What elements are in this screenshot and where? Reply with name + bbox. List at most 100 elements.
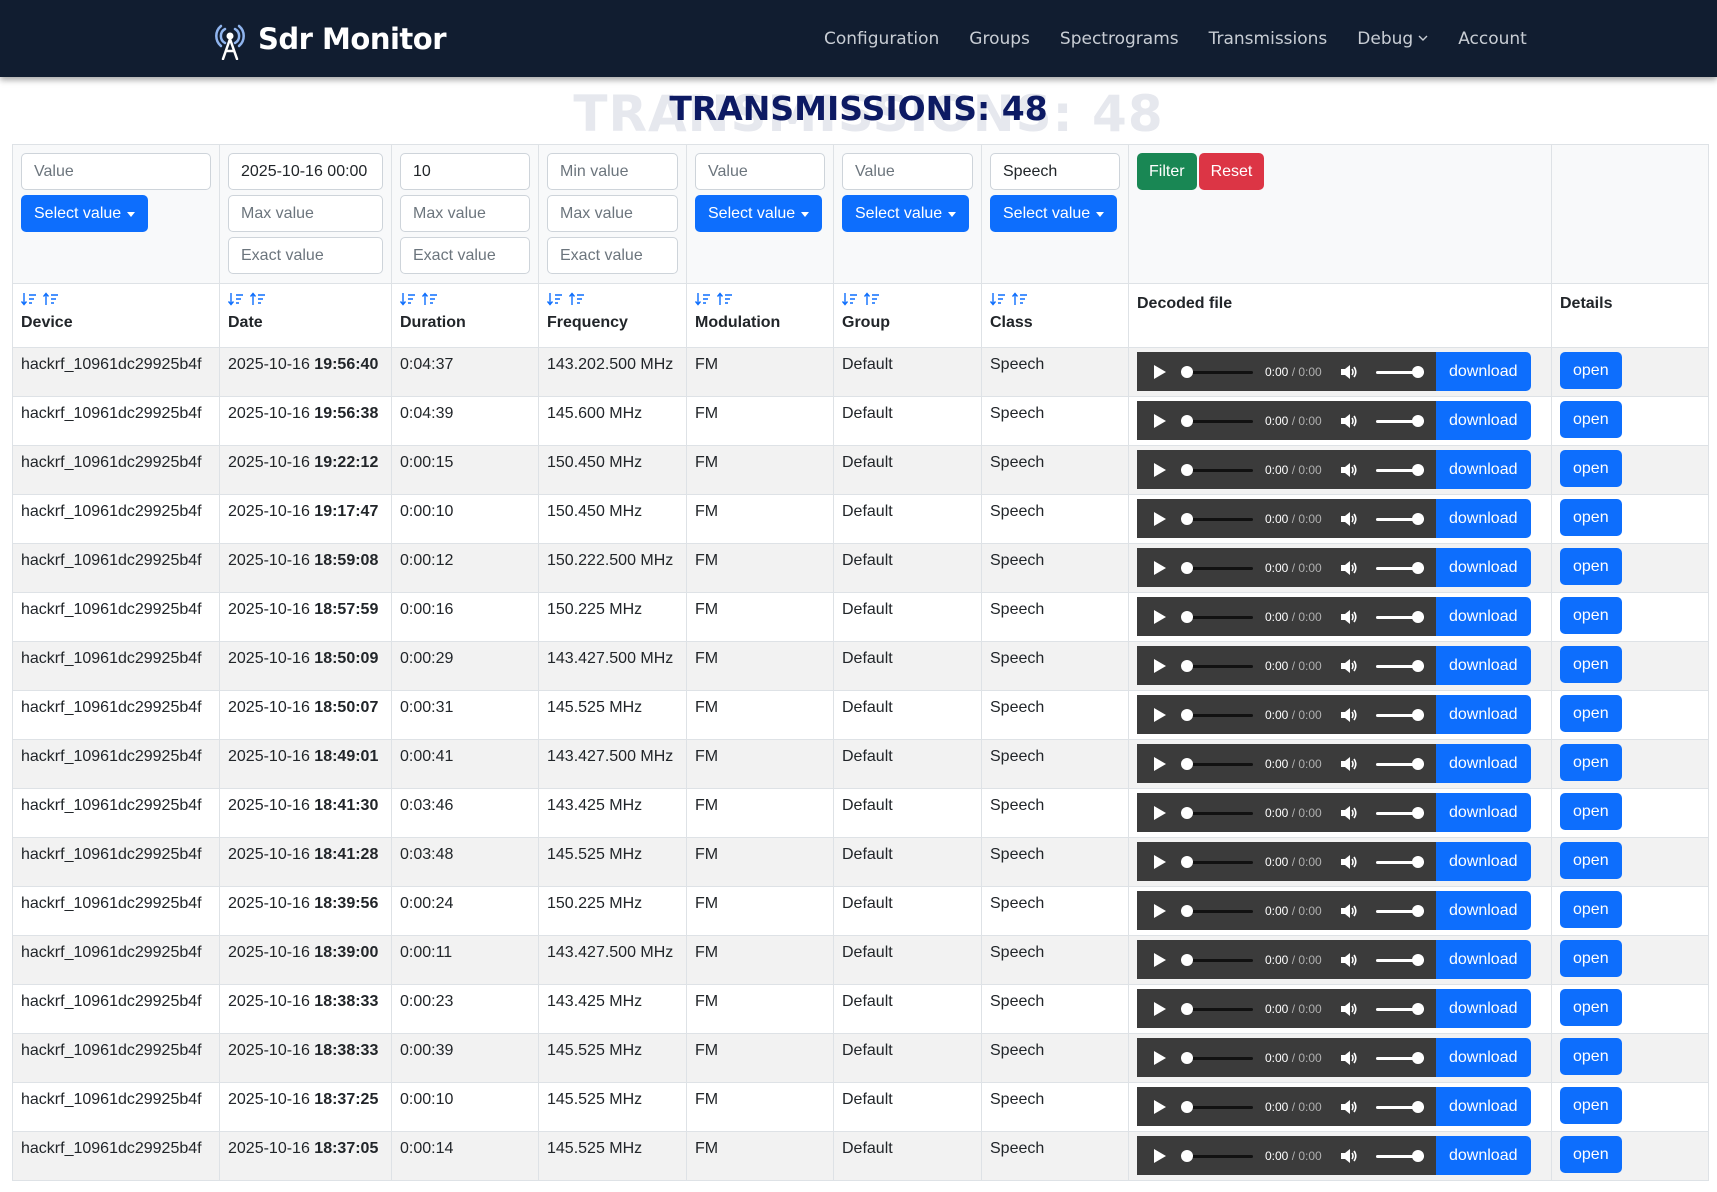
play-icon[interactable] — [1153, 1001, 1167, 1017]
seek-handle[interactable] — [1181, 365, 1193, 378]
play-icon[interactable] — [1153, 609, 1167, 625]
volume-icon[interactable] — [1340, 658, 1358, 674]
play-icon[interactable] — [1153, 413, 1167, 429]
volume-handle[interactable] — [1411, 512, 1424, 525]
volume-icon[interactable] — [1340, 1001, 1358, 1017]
play-icon[interactable] — [1153, 560, 1167, 576]
open-button[interactable]: open — [1560, 499, 1622, 536]
brand[interactable]: Sdr Monitor — [210, 17, 447, 61]
volume-handle[interactable] — [1411, 463, 1424, 476]
volume-icon[interactable] — [1340, 1050, 1358, 1066]
open-button[interactable]: open — [1560, 1038, 1622, 1075]
volume-handle[interactable] — [1411, 365, 1424, 378]
device-select-button[interactable]: Select value — [21, 195, 149, 232]
open-button[interactable]: open — [1560, 646, 1622, 683]
download-button[interactable]: download — [1436, 989, 1531, 1028]
download-button[interactable]: download — [1436, 891, 1531, 930]
download-button[interactable]: download — [1436, 597, 1531, 636]
seek-slider[interactable] — [1181, 953, 1253, 966]
group-filter-input[interactable]: Value — [842, 153, 973, 190]
volume-handle[interactable] — [1411, 659, 1424, 672]
play-icon[interactable] — [1153, 511, 1167, 527]
play-icon[interactable] — [1153, 658, 1167, 674]
nav-debug-dropdown[interactable]: Debug — [1357, 29, 1428, 49]
volume-slider[interactable] — [1375, 659, 1424, 672]
download-button[interactable]: download — [1436, 499, 1531, 538]
volume-handle[interactable] — [1411, 757, 1424, 770]
play-icon[interactable] — [1153, 805, 1167, 821]
sort-asc-icon[interactable] — [250, 292, 266, 306]
volume-slider[interactable] — [1375, 953, 1424, 966]
volume-handle[interactable] — [1411, 414, 1424, 427]
seek-slider[interactable] — [1181, 855, 1253, 868]
download-button[interactable]: download — [1436, 646, 1531, 685]
volume-icon[interactable] — [1340, 903, 1358, 919]
nav-account[interactable]: Account — [1458, 29, 1527, 49]
volume-slider[interactable] — [1375, 1100, 1424, 1113]
sort-asc-icon[interactable] — [569, 292, 585, 306]
duration-max-input[interactable]: Max value — [400, 195, 530, 232]
download-button[interactable]: download — [1436, 352, 1531, 391]
nav-configuration[interactable]: Configuration — [824, 29, 939, 49]
sort-desc-icon[interactable] — [990, 292, 1006, 306]
sort-desc-icon[interactable] — [547, 292, 563, 306]
sort-asc-icon[interactable] — [717, 292, 733, 306]
seek-handle[interactable] — [1181, 414, 1193, 427]
date-max-input[interactable]: Max value — [228, 195, 383, 232]
open-button[interactable]: open — [1560, 695, 1622, 732]
sort-desc-icon[interactable] — [21, 292, 37, 306]
download-button[interactable]: download — [1436, 401, 1531, 440]
volume-icon[interactable] — [1340, 462, 1358, 478]
device-filter-input[interactable]: Value — [21, 153, 211, 190]
duration-exact-input[interactable]: Exact value — [400, 237, 530, 274]
seek-handle[interactable] — [1181, 953, 1193, 966]
nav-spectrograms[interactable]: Spectrograms — [1060, 29, 1179, 49]
volume-slider[interactable] — [1375, 806, 1424, 819]
download-button[interactable]: download — [1436, 1038, 1531, 1077]
volume-icon[interactable] — [1340, 1148, 1358, 1164]
volume-handle[interactable] — [1411, 1051, 1424, 1064]
open-button[interactable]: open — [1560, 401, 1622, 438]
download-button[interactable]: download — [1436, 548, 1531, 587]
volume-slider[interactable] — [1375, 414, 1424, 427]
play-icon[interactable] — [1153, 707, 1167, 723]
open-button[interactable]: open — [1560, 1136, 1622, 1173]
download-button[interactable]: download — [1436, 450, 1531, 489]
nav-transmissions[interactable]: Transmissions — [1209, 29, 1328, 49]
volume-icon[interactable] — [1340, 1099, 1358, 1115]
seek-slider[interactable] — [1181, 904, 1253, 917]
class-filter-input[interactable]: Speech — [990, 153, 1120, 190]
sort-desc-icon[interactable] — [842, 292, 858, 306]
play-icon[interactable] — [1153, 1099, 1167, 1115]
seek-handle[interactable] — [1181, 1002, 1193, 1015]
volume-icon[interactable] — [1340, 609, 1358, 625]
volume-icon[interactable] — [1340, 364, 1358, 380]
date-min-input[interactable]: 2025-10-16 00:00 — [228, 153, 383, 190]
volume-handle[interactable] — [1411, 610, 1424, 623]
download-button[interactable]: download — [1436, 842, 1531, 881]
download-button[interactable]: download — [1436, 695, 1531, 734]
volume-icon[interactable] — [1340, 560, 1358, 576]
play-icon[interactable] — [1153, 756, 1167, 772]
seek-handle[interactable] — [1181, 659, 1193, 672]
seek-slider[interactable] — [1181, 1100, 1253, 1113]
download-button[interactable]: download — [1436, 1087, 1531, 1126]
play-icon[interactable] — [1153, 364, 1167, 380]
duration-min-input[interactable]: 10 — [400, 153, 530, 190]
seek-slider[interactable] — [1181, 414, 1253, 427]
filter-button[interactable]: Filter — [1137, 153, 1197, 190]
play-icon[interactable] — [1153, 952, 1167, 968]
seek-slider[interactable] — [1181, 610, 1253, 623]
volume-slider[interactable] — [1375, 855, 1424, 868]
volume-slider[interactable] — [1375, 512, 1424, 525]
seek-slider[interactable] — [1181, 1051, 1253, 1064]
open-button[interactable]: open — [1560, 352, 1622, 389]
volume-handle[interactable] — [1411, 1149, 1424, 1162]
frequency-exact-input[interactable]: Exact value — [547, 237, 678, 274]
play-icon[interactable] — [1153, 903, 1167, 919]
sort-asc-icon[interactable] — [43, 292, 59, 306]
open-button[interactable]: open — [1560, 793, 1622, 830]
reset-button[interactable]: Reset — [1198, 153, 1265, 190]
frequency-max-input[interactable]: Max value — [547, 195, 678, 232]
seek-handle[interactable] — [1181, 855, 1193, 868]
